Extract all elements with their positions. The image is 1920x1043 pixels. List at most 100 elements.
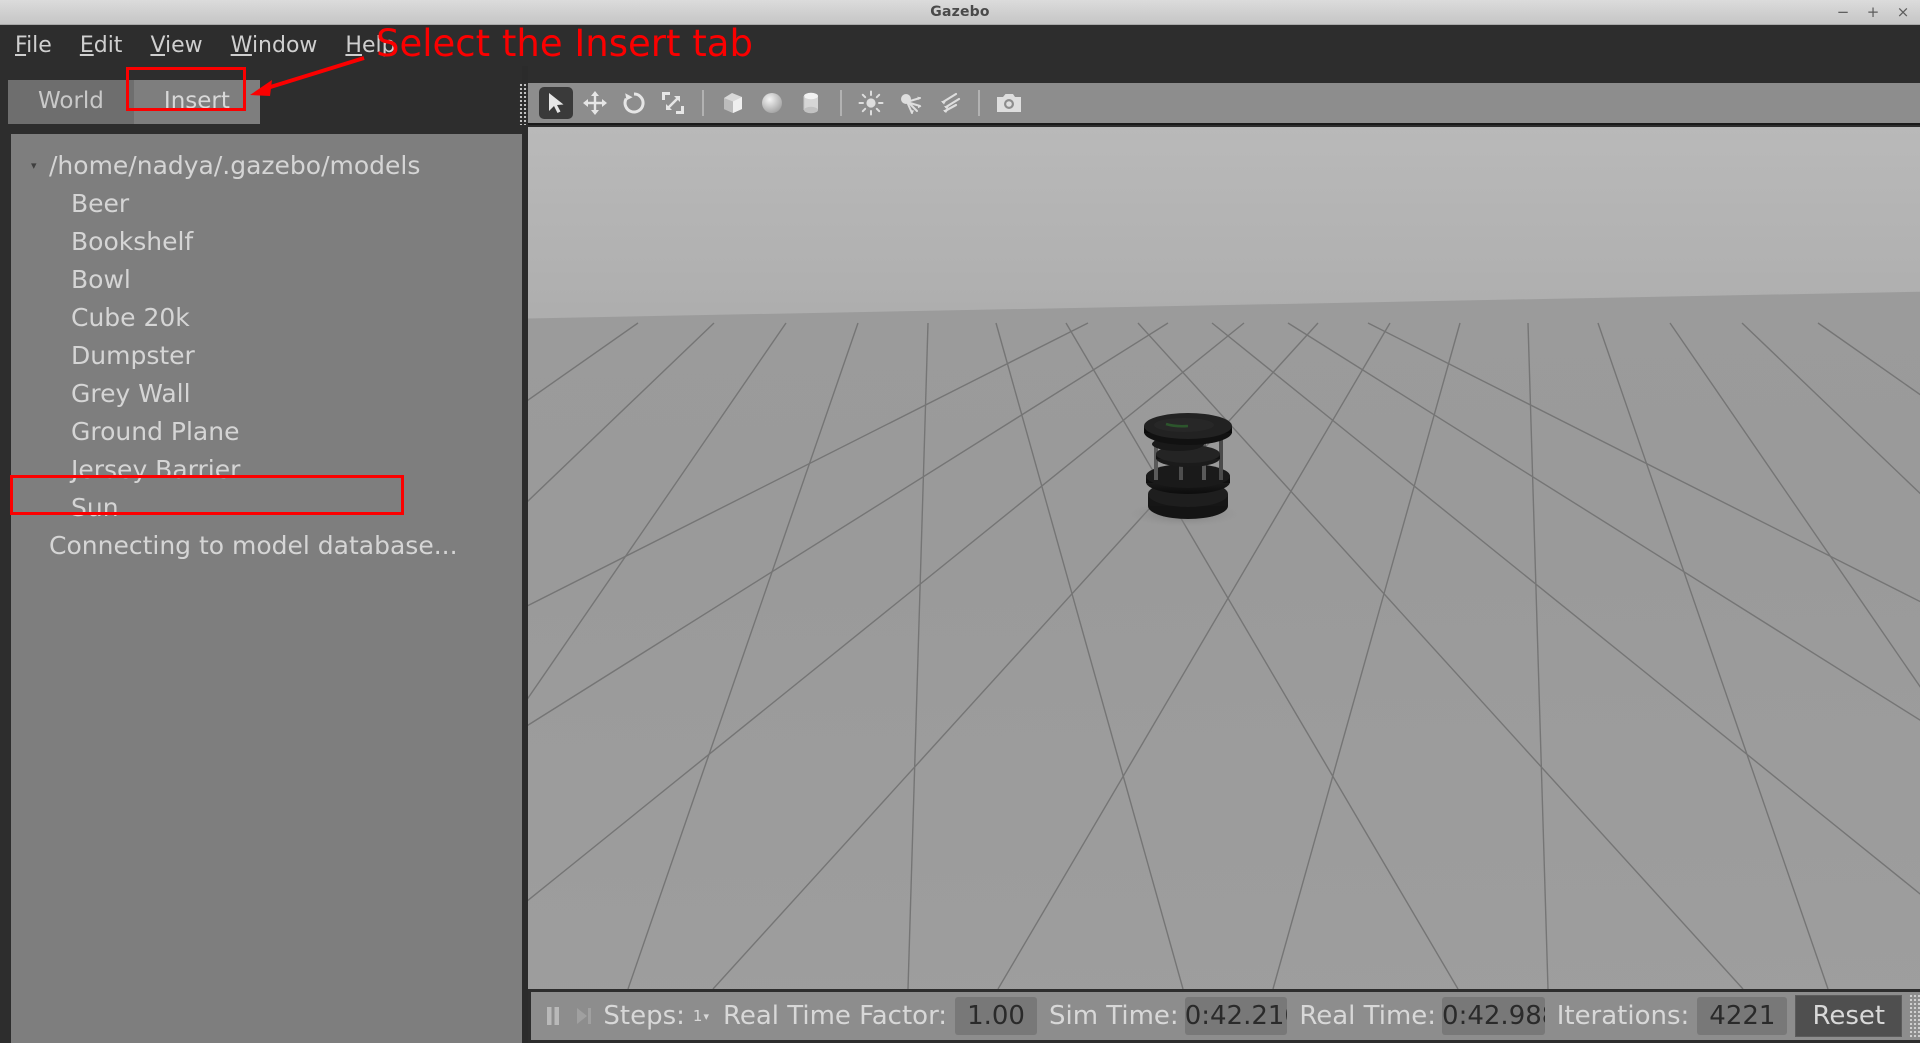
menu-item-help[interactable]: Help (342, 32, 398, 59)
viewport-container (528, 66, 1920, 1043)
maximize-button[interactable]: + (1866, 5, 1880, 20)
model-tree-item-label: Ground Plane (71, 416, 240, 446)
window-titlebar: Gazebo − + × (0, 0, 1920, 25)
model-tree-item[interactable]: Ground Plane (11, 412, 522, 450)
model-tree-item[interactable]: Beer (11, 184, 522, 222)
box-button[interactable] (716, 87, 750, 119)
separator-2 (840, 90, 842, 116)
model-tree-item-label: Bookshelf (71, 226, 194, 256)
window-title: Gazebo (930, 4, 990, 20)
step-forward-icon (576, 1008, 591, 1024)
model-database-status-row[interactable]: Connecting to model database... (11, 526, 522, 564)
tree-root-label: /home/nadya/.gazebo/models (49, 150, 421, 180)
ground-grid (528, 322, 1920, 989)
spot-light-icon (897, 90, 923, 116)
model-tree-item-label: Jersey Barrier (71, 454, 241, 484)
status-bar-grip[interactable] (1909, 994, 1920, 1038)
close-button[interactable]: × (1896, 5, 1910, 20)
panel-splitter-grip[interactable] (519, 83, 528, 125)
directional-light-icon (936, 90, 962, 116)
model-tree-item[interactable]: Jersey Barrier (11, 450, 522, 488)
steps-value[interactable]: 1 (693, 1007, 703, 1025)
model-tree-item-label: Grey Wall (71, 378, 191, 408)
model-tree-item[interactable]: Grey Wall (11, 374, 522, 412)
menu-help-rest: elp (361, 33, 396, 58)
iterations-label: Iterations: (1556, 1001, 1690, 1031)
select-arrow-icon (545, 91, 567, 115)
turtlebot-model[interactable] (1126, 402, 1276, 532)
tree-root-models-path[interactable]: ▾ /home/nadya/.gazebo/models (11, 146, 522, 184)
menu-item-view[interactable]: View (147, 32, 205, 59)
real-time-factor-label: Real Time Factor: (722, 1001, 948, 1031)
scale-button[interactable] (656, 87, 690, 119)
pause-button[interactable] (537, 993, 568, 1039)
pause-icon (546, 1007, 559, 1025)
cylinder-button[interactable] (794, 87, 828, 119)
model-tree-item[interactable]: Bookshelf (11, 222, 522, 260)
model-tree-item[interactable]: Dumpster (11, 336, 522, 374)
screenshot-camera-button[interactable] (992, 87, 1026, 119)
window-controls: − + × (1836, 0, 1910, 25)
cylinder-icon (798, 90, 824, 116)
menu-item-window[interactable]: Window (228, 32, 321, 59)
3d-scene-viewport[interactable] (528, 127, 1920, 989)
step-forward-button[interactable] (568, 993, 599, 1039)
separator-3 (978, 90, 980, 116)
model-tree-item-label: Dumpster (71, 340, 195, 370)
reset-button[interactable]: Reset (1795, 995, 1903, 1037)
menu-view-mnemonic: V (150, 33, 166, 58)
model-tree-item[interactable]: Sun (11, 488, 522, 526)
menu-file-rest: ile (26, 33, 52, 58)
iterations-value: 4221 (1697, 997, 1788, 1035)
panel-tabs: World Insert (8, 80, 260, 124)
minimize-button[interactable]: − (1836, 5, 1850, 20)
steps-label: Steps: (603, 1001, 685, 1031)
menu-file-mnemonic: F (15, 33, 27, 58)
model-tree-item-label: Sun (71, 492, 119, 522)
steps-chevron-down-icon[interactable]: ▾ (703, 1010, 709, 1023)
translate-move-button[interactable] (578, 87, 612, 119)
model-tree-list: ▾ /home/nadya/.gazebo/models Beer Bookshe… (11, 134, 522, 564)
menu-window-rest: indow (251, 33, 318, 58)
model-tree-item[interactable]: Cube 20k (11, 298, 522, 336)
simulation-status-bar: Steps: 1 ▾ Real Time Factor: 1.00 Sim Ti… (528, 989, 1920, 1043)
model-tree-item-label: Cube 20k (71, 302, 190, 332)
left-panel: World Insert ▾ /home/nadya/.gazebo/model… (0, 66, 522, 1043)
menu-view-rest: iew (165, 33, 203, 58)
status-bar-inner: Steps: 1 ▾ Real Time Factor: 1.00 Sim Ti… (531, 992, 1920, 1040)
menu-edit-mnemonic: E (79, 33, 94, 58)
select-arrow-button[interactable] (539, 87, 573, 119)
point-light-button[interactable] (854, 87, 888, 119)
separator-1 (702, 90, 704, 116)
spot-light-button[interactable] (893, 87, 927, 119)
sim-time-label: Sim Time: (1048, 1001, 1179, 1031)
sphere-button[interactable] (755, 87, 789, 119)
menu-item-edit[interactable]: Edit (77, 32, 126, 59)
menu-help-mnemonic: H (345, 33, 362, 58)
viewport-toolbar (528, 83, 1920, 125)
sphere-icon (759, 90, 785, 116)
insert-model-tree[interactable]: ▾ /home/nadya/.gazebo/models Beer Bookshe… (8, 134, 522, 1043)
menu-item-file[interactable]: File (12, 32, 55, 59)
chevron-down-icon[interactable]: ▾ (31, 160, 47, 171)
model-tree-item-label: Beer (71, 188, 130, 218)
tab-insert[interactable]: Insert (133, 80, 260, 124)
model-tree-item[interactable]: Bowl (11, 260, 522, 298)
translate-move-icon (582, 90, 608, 116)
menu-window-mnemonic: W (230, 33, 252, 58)
real-time-factor-value: 1.00 (955, 997, 1037, 1035)
menu-bar: File Edit View Window Help (0, 25, 1920, 66)
point-light-icon (858, 90, 884, 116)
real-time-value: 0:42.988 (1442, 997, 1545, 1035)
scale-icon (660, 90, 686, 116)
model-database-status-label: Connecting to model database... (49, 530, 458, 560)
rotate-icon (621, 90, 647, 116)
screenshot-camera-icon (996, 92, 1022, 114)
directional-light-button[interactable] (932, 87, 966, 119)
tab-world[interactable]: World (8, 80, 134, 124)
rotate-button[interactable] (617, 87, 651, 119)
real-time-label: Real Time: (1299, 1001, 1437, 1031)
sim-time-value: 0:42.210 (1184, 997, 1288, 1035)
model-tree-item-label: Bowl (71, 264, 131, 294)
menu-edit-rest: dit (93, 33, 123, 58)
